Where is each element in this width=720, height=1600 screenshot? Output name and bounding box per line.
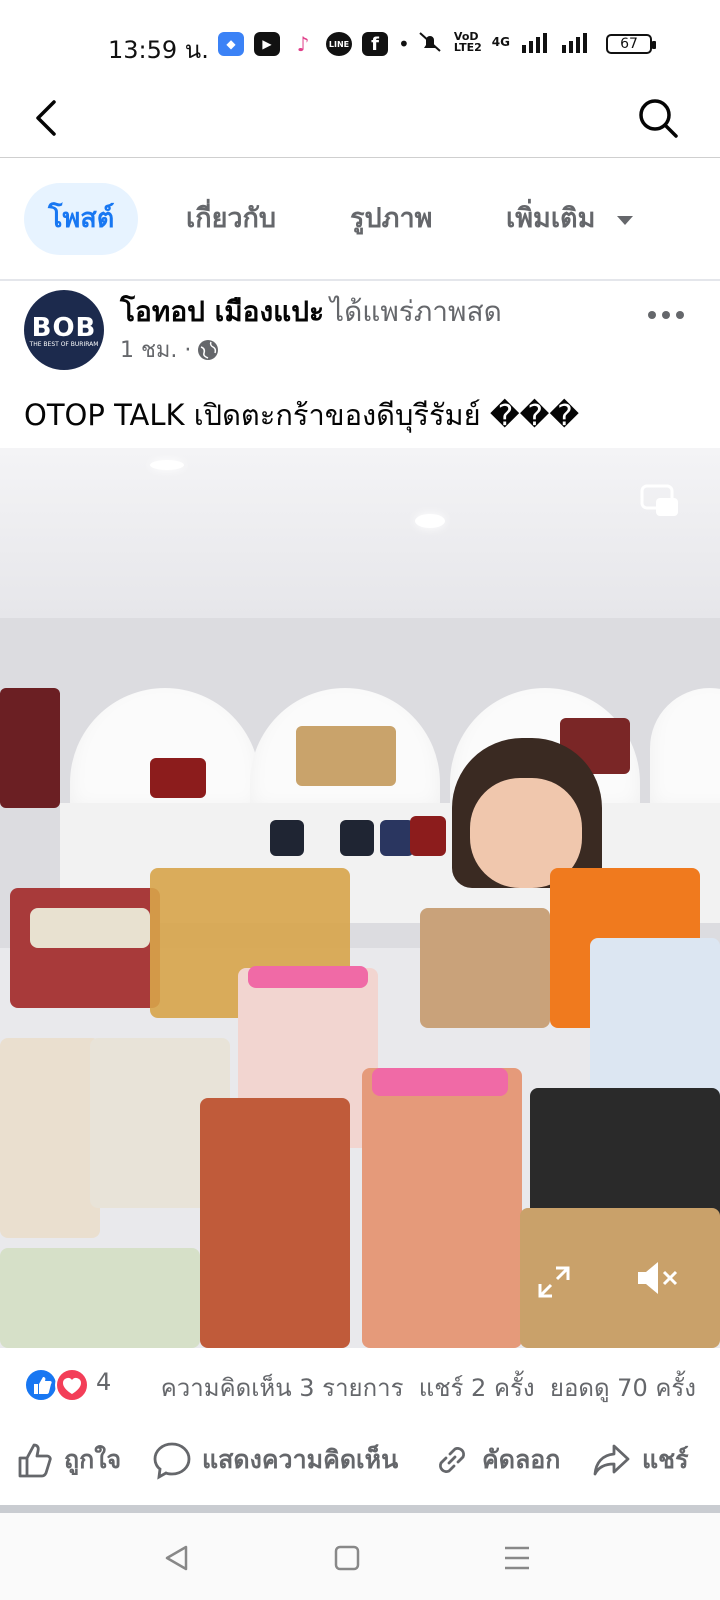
handbag xyxy=(410,816,446,856)
system-nav-bar xyxy=(0,1513,720,1600)
video-ceiling xyxy=(0,448,720,618)
handbag xyxy=(270,820,304,856)
triangle-back-icon xyxy=(165,1545,188,1571)
nav-back-button[interactable] xyxy=(160,1541,194,1575)
speaker-muted-icon xyxy=(638,1262,678,1294)
live-video[interactable] xyxy=(0,448,720,1348)
product-jar xyxy=(0,1038,100,1238)
section-divider xyxy=(0,1505,720,1513)
nav-home-button[interactable] xyxy=(330,1541,364,1575)
reaction-count[interactable]: 4 xyxy=(96,1368,111,1396)
facebook-icon: f xyxy=(362,32,388,56)
ceiling-light xyxy=(415,514,445,528)
reaction-icons[interactable] xyxy=(24,1368,90,1402)
post-author[interactable]: โอทอป เมืองแปะ xyxy=(120,295,324,328)
expand-icon xyxy=(538,1266,570,1298)
comment-bubble-icon xyxy=(153,1442,191,1480)
battery-indicator: 67 xyxy=(606,34,656,54)
post-header: BOB THE BEST OF BURIRAM โอทอป เมืองแปะ ได… xyxy=(0,290,720,370)
view-count: ยอดดู 70 ครั้ง xyxy=(549,1374,696,1402)
post-author-line: โอทอป เมืองแปะ ได้แพร่ภาพสด xyxy=(120,290,502,334)
handbag xyxy=(380,820,414,856)
menu-lines-icon xyxy=(505,1546,529,1570)
product-label xyxy=(30,908,150,948)
tiktok-icon: ♪ xyxy=(290,32,316,56)
page-tabs: โพสต์ เกี่ยวกับ รูปภาพ เพิ่มเติม xyxy=(0,183,720,259)
post-stats: ความคิดเห็น 3 รายการ แชร์ 2 ครั้ง ยอดดู … xyxy=(161,1368,696,1407)
post-meta: 1 ชม. · xyxy=(120,332,219,367)
avatar-logo: BOB xyxy=(31,312,97,343)
tab-about[interactable]: เกี่ยวกับ xyxy=(186,183,276,255)
back-button[interactable] xyxy=(28,96,68,140)
tab-photos[interactable]: รูปภาพ xyxy=(350,183,432,255)
comment-count[interactable]: ความคิดเห็น 3 รายการ xyxy=(161,1374,404,1402)
ceiling-light xyxy=(150,460,184,470)
product-pack xyxy=(0,1248,200,1348)
thumbs-up-icon xyxy=(18,1443,52,1478)
network-type: 4G xyxy=(491,35,510,49)
search-button[interactable] xyxy=(636,96,680,140)
product-isan xyxy=(10,888,160,1008)
android-notification-icon: ◆ xyxy=(218,32,244,56)
signal-1-icon xyxy=(522,33,547,53)
unmute-button[interactable] xyxy=(634,1258,680,1298)
pip-icon xyxy=(640,484,678,516)
handbag xyxy=(150,758,206,798)
link-icon xyxy=(439,1447,465,1473)
tabs-divider xyxy=(0,279,720,281)
tab-more[interactable]: เพิ่มเติม xyxy=(506,183,635,255)
more-dots-icon xyxy=(648,311,684,319)
comment-button[interactable]: แสดงความคิดเห็น xyxy=(152,1430,398,1490)
notification-icons: ◆ ▶ ♪ LINE f • xyxy=(218,32,410,56)
picture-in-picture-button[interactable] xyxy=(640,484,680,518)
product-display xyxy=(0,868,720,1348)
like-icon xyxy=(24,1368,58,1402)
share-arrow-icon xyxy=(593,1444,630,1476)
copy-link-button[interactable]: คัดลอก xyxy=(432,1430,560,1490)
signal-2-icon xyxy=(562,33,587,53)
caret-down-icon xyxy=(616,216,633,225)
reactions-summary: 4 ความคิดเห็น 3 รายการ แชร์ 2 ครั้ง ยอดด… xyxy=(0,1362,720,1422)
status-bar: 13:59 น. ◆ ▶ ♪ LINE f • VoD LTE2 4G 67 xyxy=(0,0,720,80)
handbag xyxy=(340,820,374,856)
top-nav xyxy=(0,80,720,158)
volte-icon: VoD LTE2 xyxy=(453,30,482,54)
post-options-button[interactable] xyxy=(646,294,686,329)
square-home-icon xyxy=(334,1545,360,1571)
back-arrow-icon xyxy=(36,100,56,136)
more-notifications-dot: • xyxy=(398,32,410,56)
nav-recents-button[interactable] xyxy=(500,1541,534,1575)
share-button[interactable]: แชร์ xyxy=(592,1430,689,1490)
status-indicators: VoD LTE2 4G xyxy=(416,30,590,54)
product-jar xyxy=(200,1098,350,1348)
line-icon: LINE xyxy=(326,32,352,56)
share-count[interactable]: แชร์ 2 ครั้ง xyxy=(419,1374,535,1402)
post-actions: ถูกใจ แสดงความคิดเห็น คัดลอก แชร์ xyxy=(0,1430,720,1502)
fullscreen-button[interactable] xyxy=(536,1264,572,1300)
youtube-icon: ▶ xyxy=(254,32,280,56)
status-time: 13:59 น. xyxy=(108,36,209,64)
like-button[interactable]: ถูกใจ xyxy=(14,1430,121,1490)
product-box xyxy=(420,908,550,1028)
jar-lid xyxy=(248,966,368,988)
woven-bag xyxy=(296,726,396,786)
post-time[interactable]: 1 ชม. · xyxy=(120,332,191,367)
tab-posts[interactable]: โพสต์ xyxy=(24,183,139,255)
mute-bell-icon xyxy=(419,32,441,52)
page-avatar[interactable]: BOB THE BEST OF BURIRAM xyxy=(24,290,104,370)
product-pack xyxy=(0,688,60,808)
globe-icon xyxy=(198,339,219,360)
avatar-tagline: THE BEST OF BURIRAM xyxy=(29,340,99,348)
love-icon xyxy=(55,1368,89,1402)
product-jar xyxy=(362,1068,522,1348)
post-caption: OTOP TALK เปิดตะกร้าของดีบุรีรัมย์ ��� xyxy=(24,398,580,432)
post-action-text: ได้แพร่ภาพสด xyxy=(330,295,502,328)
jar-lid xyxy=(372,1068,508,1096)
search-icon xyxy=(639,99,678,138)
